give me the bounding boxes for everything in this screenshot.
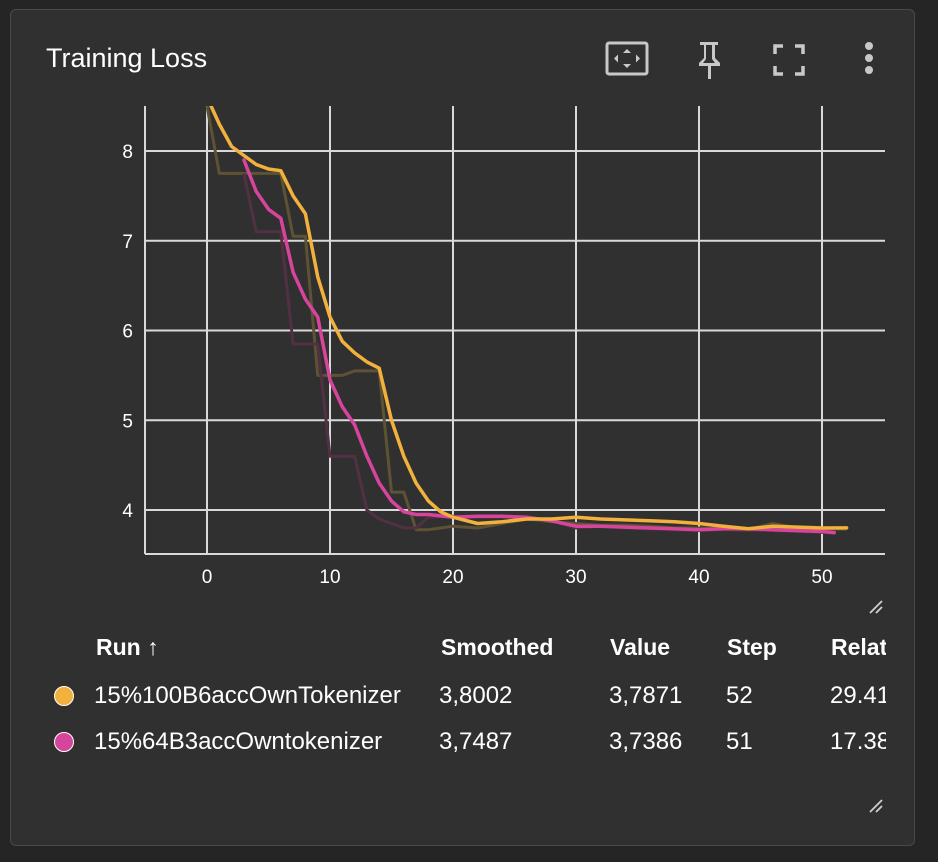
- y-tick-label: 6: [122, 322, 133, 343]
- x-tick-label: 20: [442, 567, 463, 588]
- smoothed-value: 3,8002: [439, 682, 513, 709]
- y-tick-label: 5: [122, 411, 133, 432]
- relative-time: 17.38s: [830, 728, 886, 755]
- x-tick-label: 40: [688, 567, 709, 588]
- run-color-swatch: [54, 732, 74, 752]
- run-column-header[interactable]: Run ↑: [96, 634, 159, 661]
- y-tick-label: 4: [122, 501, 133, 522]
- scalar-card: Training Loss 0 10 20 30 40 50 4 5 6 7 8…: [10, 9, 915, 846]
- run-name: 15%100B6accOwnTokenizer: [94, 682, 401, 709]
- step-value: 51: [726, 728, 753, 755]
- x-tick-label: 50: [811, 567, 832, 588]
- smoothed-series-line-1: [242, 158, 837, 535]
- x-tick-label: 30: [565, 567, 586, 588]
- legend-row[interactable]: 15%64B3accOwntokenizer 3,7487 3,7386 51 …: [11, 722, 886, 762]
- step-column-header[interactable]: Step: [727, 634, 777, 661]
- x-tick-label: 0: [202, 567, 213, 588]
- resize-handle-icon[interactable]: [868, 599, 884, 615]
- smoothed-value: 3,7487: [439, 728, 513, 755]
- x-tick-label: 10: [319, 567, 340, 588]
- raw-series-line-0: [205, 106, 847, 532]
- raw-value: 3,7871: [609, 682, 683, 709]
- raw-series-line-1: [242, 173, 835, 535]
- run-color-swatch: [54, 686, 74, 706]
- relative-time: 29.41s: [830, 682, 886, 709]
- value-column-header[interactable]: Value: [610, 634, 670, 661]
- y-tick-label: 7: [122, 232, 133, 253]
- smoothed-column-header[interactable]: Smoothed: [441, 634, 553, 661]
- run-name: 15%64B3accOwntokenizer: [94, 728, 383, 755]
- step-value: 52: [726, 682, 753, 709]
- tick-labels: 0 10 20 30 40 50 4 5 6 7 8: [122, 142, 832, 588]
- relative-column-header[interactable]: Relat: [831, 634, 886, 661]
- raw-value: 3,7386: [609, 728, 683, 755]
- series-lines: [205, 106, 849, 535]
- legend-row[interactable]: 15%100B6accOwnTokenizer 3,8002 3,7871 52…: [11, 676, 886, 716]
- y-tick-label: 8: [122, 142, 133, 163]
- smoothed-series-line-0: [209, 106, 849, 531]
- loss-chart[interactable]: 0 10 20 30 40 50 4 5 6 7 8: [11, 10, 886, 610]
- resize-handle-bottom-icon[interactable]: [868, 798, 884, 814]
